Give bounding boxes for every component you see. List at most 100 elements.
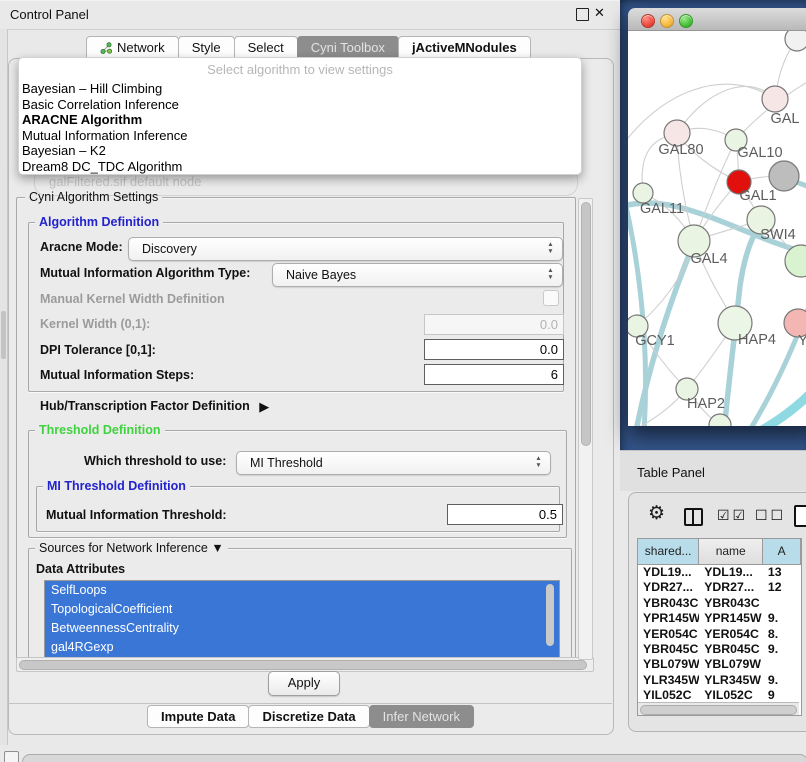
column-header-a[interactable]: A: [763, 539, 801, 564]
dpi-tolerance-field[interactable]: 0.0: [424, 339, 564, 360]
column-header-shared[interactable]: shared...: [638, 539, 699, 564]
float-window-icon[interactable]: [576, 8, 589, 21]
network-node[interactable]: [785, 31, 806, 51]
algorithm-option-mutual-information-inference[interactable]: Mutual Information Inference: [19, 128, 581, 144]
corner-widget[interactable]: [4, 751, 19, 762]
chevron-down-icon: ▼: [211, 541, 223, 555]
algorithm-option-dream8-dc-tdc-algorithm[interactable]: Dream8 DC_TDC Algorithm: [19, 159, 581, 175]
table-row[interactable]: YBR045CYBR045C9.: [638, 642, 801, 657]
network-graph[interactable]: GALGAL80GAL10GAL1SWI4GAL11GAL4GCY1HAP4YH…: [628, 31, 806, 426]
table-row[interactable]: YBR043CYBR043C: [638, 596, 801, 611]
tab-impute-data[interactable]: Impute Data: [147, 705, 249, 728]
algorithm-dropdown: Select algorithm to view settings Bayesi…: [18, 57, 582, 175]
minimize-traffic-light[interactable]: [660, 14, 674, 28]
table-row[interactable]: YER054CYER054C8.: [638, 627, 801, 642]
node-label: GAL1: [739, 188, 776, 204]
table-hscroll-thumb[interactable]: [640, 705, 797, 715]
data-attribute-betweennesscentrality[interactable]: BetweennessCentrality: [45, 619, 559, 638]
node-label: SWI4: [760, 227, 795, 243]
cell-shared-name: YDR27...: [638, 580, 699, 595]
kernel-width-field[interactable]: 0.0: [424, 314, 564, 335]
node-table[interactable]: shared...nameA YDL19...YDL19...13YDR27..…: [637, 538, 802, 716]
hide-columns-icon[interactable]: ☐☐: [755, 507, 786, 524]
zoom-traffic-light[interactable]: [679, 14, 693, 28]
cell-name: YDR27...: [699, 580, 763, 595]
table-horizontal-scrollbar[interactable]: [638, 702, 799, 715]
stepper-icon: ▲▼: [534, 455, 543, 469]
close-icon[interactable]: ✕: [594, 5, 605, 21]
hub-definition-toggle[interactable]: Hub/Transcription Factor Definition ▶: [40, 398, 263, 414]
export-table-icon[interactable]: [794, 505, 806, 527]
table-row[interactable]: YDL19...YDL19...13: [638, 565, 801, 580]
data-attributes-list[interactable]: SelfLoopsTopologicalCoefficientBetweenne…: [44, 580, 560, 658]
tab-label: Cyni Toolbox: [311, 37, 385, 59]
table-body: YDL19...YDL19...13YDR27...YDR27...12YBR0…: [638, 565, 801, 704]
table-row[interactable]: YBL079WYBL079W: [638, 657, 801, 672]
table-panel-titlebar: Table Panel: [620, 450, 806, 491]
apply-button[interactable]: Apply: [268, 671, 340, 696]
data-attributes-label: Data Attributes: [36, 562, 125, 576]
cell-value: 8.: [763, 627, 801, 642]
tab-discretize-data[interactable]: Discretize Data: [248, 705, 369, 728]
manual-kernel-checkbox[interactable]: [543, 290, 559, 306]
which-threshold-value: MI Threshold: [250, 456, 323, 470]
manual-kernel-label: Manual Kernel Width Definition: [40, 292, 225, 306]
node-label: GAL80: [658, 142, 703, 158]
data-attribute-gal4rgexp[interactable]: gal4RGexp: [45, 638, 559, 657]
table-row[interactable]: YLR345WYLR345W9.: [638, 673, 801, 688]
dpi-tolerance-label: DPI Tolerance [0,1]:: [40, 343, 156, 357]
columns-icon[interactable]: [684, 508, 703, 526]
network-node[interactable]: [633, 183, 653, 203]
aracne-mode-label: Aracne Mode:: [40, 240, 123, 254]
cell-shared-name: YDL19...: [638, 565, 699, 580]
column-header-name[interactable]: name: [699, 539, 763, 564]
mi-type-label: Mutual Information Algorithm Type:: [40, 266, 250, 280]
cell-shared-name: YBR043C: [638, 596, 699, 611]
vscroll-thumb[interactable]: [581, 202, 591, 446]
control-panel-title: Control Panel: [10, 7, 89, 22]
mi-threshold-field[interactable]: 0.5: [447, 504, 563, 525]
cell-name: YDL19...: [699, 565, 763, 580]
mi-threshold-label: Mutual Information Threshold:: [46, 508, 227, 522]
table-row[interactable]: YPR145WYPR145W9.: [638, 611, 801, 626]
show-columns-icon[interactable]: ☑☑: [717, 507, 748, 524]
algorithm-definition-title: Algorithm Definition: [35, 215, 163, 229]
mi-type-value: Naive Bayes: [286, 268, 356, 282]
network-window[interactable]: GALGAL80GAL10GAL1SWI4GAL11GAL4GCY1HAP4YH…: [628, 8, 806, 426]
algorithm-option-basic-correlation-inference[interactable]: Basic Correlation Inference: [19, 97, 581, 113]
tab-label: Network: [117, 37, 165, 59]
network-edge: [677, 86, 775, 133]
network-edge: [628, 84, 775, 149]
node-label: GAL10: [737, 145, 782, 161]
splitter-thumb[interactable]: [1, 311, 6, 359]
network-window-titlebar[interactable]: [628, 8, 806, 31]
left-splitter-strip[interactable]: [0, 29, 8, 745]
close-traffic-light[interactable]: [641, 14, 655, 28]
network-canvas[interactable]: GALGAL80GAL10GAL1SWI4GAL11GAL4GCY1HAP4YH…: [628, 31, 806, 426]
aracne-mode-select[interactable]: Discovery ▲▼: [128, 237, 563, 261]
algorithm-option-aracne-algorithm[interactable]: ARACNE Algorithm: [19, 112, 581, 128]
data-attribute-selfloops[interactable]: SelfLoops: [45, 581, 559, 600]
algorithm-option-bayesian-k2[interactable]: Bayesian – K2: [19, 143, 581, 159]
list-scrollbar-thumb[interactable]: [546, 584, 554, 646]
table-row[interactable]: YDR27...YDR27...12: [638, 580, 801, 595]
gear-icon[interactable]: ⚙: [648, 504, 665, 523]
which-threshold-select[interactable]: MI Threshold ▲▼: [236, 451, 551, 475]
network-selector-ghost-label: galFiltered.sif default node: [49, 174, 201, 189]
data-attribute-topologicalcoefficient[interactable]: TopologicalCoefficient: [45, 600, 559, 619]
mi-type-select[interactable]: Naive Bayes ▲▼: [272, 263, 563, 287]
aracne-mode-value: Discovery: [142, 242, 197, 256]
cyni-bottom-tabs: Impute DataDiscretize DataInfer Network: [8, 705, 612, 728]
mi-steps-field[interactable]: 6: [424, 364, 564, 385]
stepper-icon: ▲▼: [546, 241, 555, 255]
cell-shared-name: YBR045C: [638, 642, 699, 657]
settings-horizontal-scrollbar[interactable]: [16, 657, 594, 672]
tab-infer-network[interactable]: Infer Network: [369, 705, 474, 728]
bottom-panel-edge: [22, 754, 806, 762]
settings-vertical-scrollbar[interactable]: [578, 198, 593, 660]
algorithm-option-bayesian-hill-climbing[interactable]: Bayesian – Hill Climbing: [19, 81, 581, 97]
network-node[interactable]: [762, 86, 788, 112]
sources-toggle[interactable]: Sources for Network Inference ▼: [35, 541, 228, 555]
hscroll-thumb[interactable]: [19, 660, 587, 670]
network-node[interactable]: [769, 161, 799, 191]
